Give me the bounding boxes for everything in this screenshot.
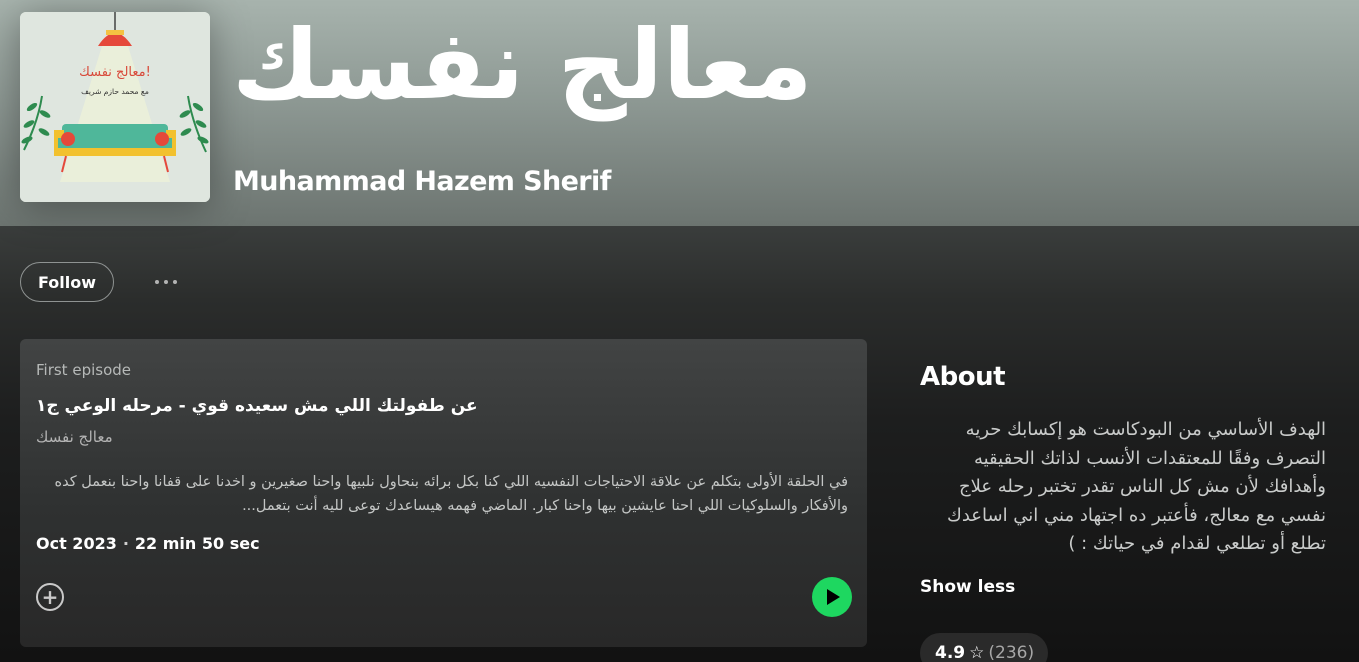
star-outline-icon: ☆	[969, 643, 985, 662]
play-episode-button[interactable]	[812, 577, 852, 617]
episode-meta: Oct 2023 · 22 min 50 sec	[36, 534, 260, 553]
more-dot	[173, 280, 177, 284]
podcast-cover-art: معالج نفسك! مع محمد حازم شريف	[20, 12, 210, 202]
play-icon	[827, 589, 840, 605]
add-circle-icon: +	[41, 585, 59, 609]
cover-title-text: معالج نفسك!	[79, 65, 151, 80]
show-less-button[interactable]: Show less	[920, 577, 1015, 597]
episode-description: في الحلقة الأولى بتكلم عن علاقة الاحتياج…	[54, 474, 849, 514]
more-dots-icon	[155, 280, 159, 284]
podcast-header: معالج نفسك! مع محمد حازم شريف معالج نفسك…	[0, 0, 1359, 226]
episode-date: Oct 2023	[36, 534, 117, 553]
cover-illustration: معالج نفسك! مع محمد حازم شريف	[20, 12, 210, 202]
more-dot	[164, 280, 168, 284]
podcast-title: معالج نفسك	[232, 9, 815, 121]
rating-button[interactable]: 4.9 ☆ (236)	[920, 633, 1048, 662]
about-description: الهدف الأساسي من البودكاست هو إكسابك حري…	[946, 419, 1326, 554]
add-to-library-button[interactable]: +	[36, 583, 64, 611]
podcast-author[interactable]: Muhammad Hazem Sherif	[233, 166, 611, 197]
more-options-button[interactable]	[146, 270, 186, 294]
meta-separator: ·	[122, 534, 129, 553]
episode-title[interactable]: عن طفولتك اللي مش سعيده قوي - مرحله الوع…	[36, 396, 836, 416]
first-episode-card[interactable]: First episode عن طفولتك اللي مش سعيده قو…	[20, 339, 867, 647]
episode-duration: 22 min 50 sec	[134, 534, 260, 553]
about-heading: About	[920, 362, 1006, 392]
episode-kicker: First episode	[36, 361, 131, 379]
cover-subtitle-text: مع محمد حازم شريف	[81, 87, 149, 96]
episode-show-name[interactable]: معالج نفسك	[36, 428, 113, 446]
rating-count: (236)	[988, 643, 1035, 662]
follow-button[interactable]: Follow	[20, 262, 114, 302]
rating-value: 4.9	[935, 643, 966, 662]
